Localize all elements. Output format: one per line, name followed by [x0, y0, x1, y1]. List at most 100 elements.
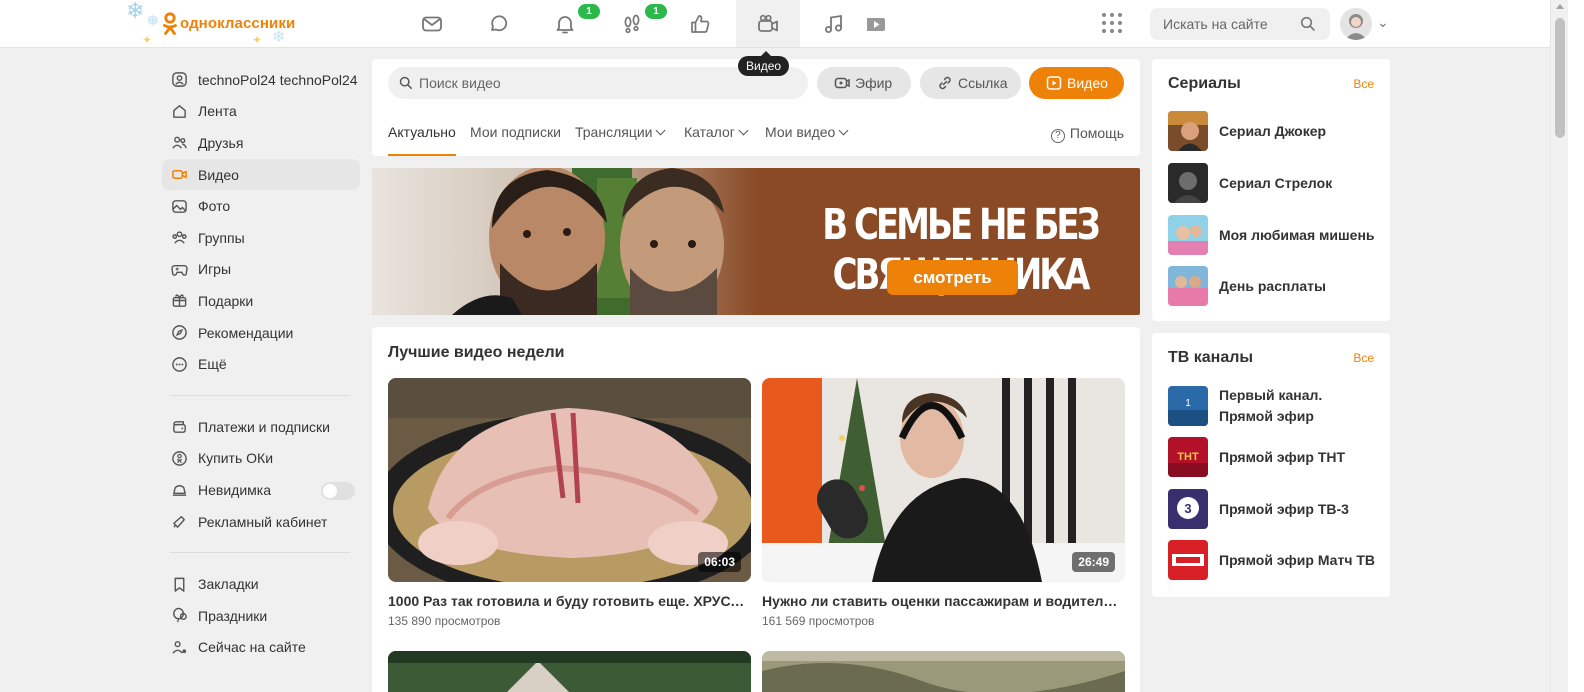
sidebar-item-0[interactable]: Лента — [162, 96, 360, 128]
svg-text:ТНТ: ТНТ — [1177, 451, 1199, 463]
sidebar-item-7[interactable]: Рекомендации — [162, 317, 360, 349]
play-box-icon — [867, 17, 885, 31]
sidebar-service-item-0[interactable]: Платежи и подписки — [162, 411, 360, 443]
avatar[interactable] — [1340, 8, 1372, 40]
live-stream-icon — [834, 77, 850, 89]
video-thumbnail[interactable]: 06:03 — [388, 378, 751, 582]
match-tv-logo — [1168, 540, 1208, 580]
help-link[interactable]: ? Помощь — [1050, 125, 1124, 143]
megaphone-icon — [170, 513, 188, 531]
logo[interactable]: ❄ ❅ ✦ ❄ ✦ одноклассники — [124, 0, 314, 48]
page-scrollbar[interactable] — [1550, 0, 1568, 692]
tv-channels-all-link[interactable]: Все — [1353, 351, 1374, 365]
compass-icon — [170, 324, 188, 342]
music-note-icon — [825, 14, 842, 33]
video-thumbnail[interactable] — [762, 651, 1125, 692]
video-card[interactable]: 06:03 1000 Раз так готовила и буду готов… — [388, 378, 751, 628]
banner-watch-button[interactable]: смотреть — [887, 260, 1018, 295]
sidebar-item-profile[interactable]: technoPol24 technoPol24 — [162, 64, 360, 96]
tv-channel-item[interactable]: Прямой эфир Матч ТВ — [1168, 540, 1378, 580]
video-duration: 26:49 — [1072, 552, 1115, 572]
channel-one-logo: 1 — [1168, 386, 1208, 426]
divider — [170, 394, 350, 396]
banner-photo — [372, 168, 757, 315]
page-edge — [1568, 0, 1584, 692]
sidebar-item-3[interactable]: Фото — [162, 190, 360, 222]
nav-guests[interactable]: 1 — [600, 0, 667, 47]
gamepad-icon — [170, 260, 188, 278]
video-thumbnail[interactable] — [388, 651, 751, 692]
promo-banner[interactable]: В СЕМЬЕ НЕ БЕЗ СВЯЩЕННИКА смотреть — [372, 168, 1140, 315]
sidebar-item-label: Платежи и подписки — [198, 418, 330, 435]
sidebar-item-2[interactable]: Видео — [162, 158, 360, 191]
tv-channel-item[interactable]: 3 Прямой эфир ТВ-3 — [1168, 489, 1378, 529]
profile-icon — [170, 71, 188, 89]
nav-reactions[interactable] — [668, 0, 732, 47]
video-title[interactable]: Нужно ли ставить оценки пассажирам и вод… — [762, 593, 1125, 609]
scroll-up-arrow-icon[interactable] — [1556, 4, 1564, 9]
serial-label: Сериал Стрелок — [1219, 174, 1333, 191]
sidebar-service-item-3[interactable]: Рекламный кабинет — [162, 506, 360, 538]
tab-actual[interactable]: Актуально — [388, 124, 456, 156]
sidebar-extra-item-2[interactable]: Сейчас на сайте — [162, 632, 360, 664]
friends-icon — [170, 134, 188, 152]
tv-channel-label: Прямой эфир ТНТ — [1219, 448, 1346, 465]
sidebar-item-1[interactable]: Друзья — [162, 127, 360, 159]
radio-studio-image — [762, 378, 1125, 582]
sidebar-item-5[interactable]: Игры — [162, 254, 360, 286]
video-camera-icon — [758, 14, 778, 32]
serial-item[interactable]: Сериал Стрелок — [1168, 163, 1378, 203]
sidebar-item-label: Купить ОКи — [198, 450, 274, 467]
apps-grid-icon[interactable] — [1102, 13, 1124, 35]
sidebar-service-item-1[interactable]: Купить ОКи — [162, 443, 360, 475]
upload-video-button[interactable]: Видео — [1029, 67, 1124, 99]
sidebar-item-label: Закладки — [198, 576, 259, 593]
video-views: 161 569 просмотров — [762, 614, 875, 628]
tv-channel-label: Прямой эфир Матч ТВ — [1219, 551, 1376, 568]
chevron-down-icon[interactable]: ⌄ — [1377, 14, 1389, 31]
user-avatar-icon — [1340, 8, 1372, 40]
nav-messages[interactable] — [400, 0, 464, 47]
serials-widget: Сериалы Все Сериал Джокер Сериал Стрелок… — [1152, 59, 1390, 321]
nav-ok-video[interactable] — [844, 0, 908, 47]
sidebar-item-6[interactable]: Подарки — [162, 285, 360, 317]
sidebar-item-8[interactable]: Ещё — [162, 348, 360, 380]
sidebar-service-item-2[interactable]: Невидимка — [162, 474, 360, 506]
tab-subscriptions[interactable]: Мои подписки — [470, 124, 561, 156]
snowflake-icon: ❄ — [126, 0, 145, 23]
search-icon — [1300, 16, 1315, 31]
site-search-placeholder: Искать на сайте — [1163, 16, 1268, 32]
ok-logo-icon — [163, 12, 177, 35]
video-title[interactable]: 1000 Раз так готовила и буду готовить ещ… — [388, 593, 751, 609]
tnt-logo: ТНТ — [1168, 437, 1208, 477]
sidebar-extra-item-0[interactable]: Закладки — [162, 568, 360, 600]
envelope-icon — [422, 16, 442, 31]
sidebar-extra-item-1[interactable]: Праздники — [162, 600, 360, 632]
tab-broadcasts[interactable]: Трансляции — [575, 124, 666, 156]
nav-notifications[interactable]: 1 — [533, 0, 600, 47]
nav-video[interactable] — [736, 0, 800, 47]
serial-thumbnail — [1168, 163, 1208, 203]
groups-icon — [170, 229, 188, 247]
serials-all-link[interactable]: Все — [1353, 77, 1374, 91]
guests-badge: 1 — [645, 4, 667, 19]
serial-item[interactable]: День расплаты — [1168, 266, 1378, 306]
nav-discussions[interactable] — [467, 0, 531, 47]
video-card[interactable]: 26:49 Нужно ли ставить оценки пассажирам… — [762, 378, 1125, 628]
serial-label: День расплаты — [1219, 277, 1326, 294]
tab-catalog[interactable]: Каталог — [684, 124, 749, 156]
tab-my-videos[interactable]: Мои видео — [765, 124, 849, 156]
tv-channel-item[interactable]: 1 Первый канал. Прямой эфир — [1168, 385, 1378, 427]
scrollbar-thumb[interactable] — [1555, 18, 1565, 138]
link-button[interactable]: Ссылка — [920, 67, 1021, 99]
star-icon: ✦ — [252, 33, 263, 47]
serial-item[interactable]: Сериал Джокер — [1168, 111, 1378, 151]
video-thumbnail[interactable]: 26:49 — [762, 378, 1125, 582]
serial-item[interactable]: Моя любимая мишень — [1168, 215, 1378, 255]
live-button[interactable]: Эфир — [817, 67, 911, 99]
notifications-badge: 1 — [578, 4, 600, 19]
tv-channel-item[interactable]: ТНТ Прямой эфир ТНТ — [1168, 437, 1378, 477]
sidebar-item-4[interactable]: Группы — [162, 222, 360, 254]
invisible-mode-toggle[interactable] — [321, 482, 355, 501]
site-search-input[interactable]: Искать на сайте — [1150, 8, 1330, 40]
